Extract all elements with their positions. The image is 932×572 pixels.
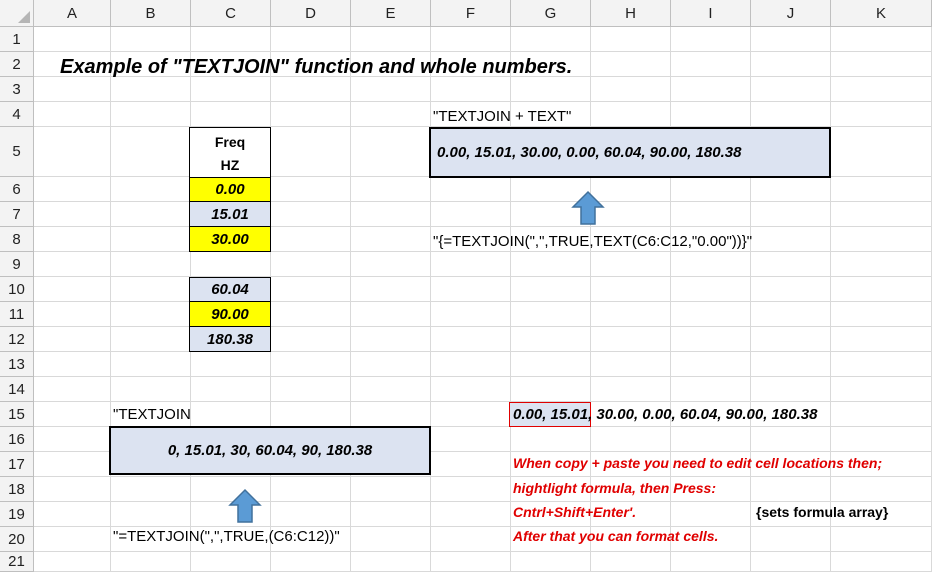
freq-cell-c11[interactable]: 90.00: [189, 302, 271, 327]
freq-header-cell[interactable]: Freq HZ: [189, 127, 271, 178]
sheet-title[interactable]: Example of "TEXTJOIN" function and whole…: [60, 57, 572, 77]
freq-header-line2: HZ: [220, 156, 240, 173]
row-header-11[interactable]: 11: [0, 302, 34, 327]
column-header-a[interactable]: A: [34, 0, 111, 27]
row-header-1[interactable]: 1: [0, 27, 34, 52]
column-header-k[interactable]: K: [831, 0, 932, 27]
grid-line-horizontal: [0, 201, 932, 202]
freq-header-line1: Freq: [214, 133, 246, 150]
grid-line-horizontal: [0, 251, 932, 252]
textjoin-text-formula[interactable]: "{=TEXTJOIN(",",TRUE,TEXT(C6:C12,"0.00")…: [433, 234, 752, 249]
grid-line-horizontal: [0, 301, 932, 302]
grid-line-horizontal: [0, 326, 932, 327]
column-header-b[interactable]: B: [111, 0, 191, 27]
grid-line-horizontal: [0, 476, 932, 477]
row-header-9[interactable]: 9: [0, 252, 34, 277]
row-header-18[interactable]: 18: [0, 477, 34, 502]
freq-cell-c10[interactable]: 60.04: [189, 277, 271, 302]
grid-line-horizontal: [0, 401, 932, 402]
row-header-7[interactable]: 7: [0, 202, 34, 227]
grid-line-horizontal: [0, 551, 932, 552]
textjoin-plain-result[interactable]: 0, 15.01, 30, 60.04, 90, 180.38: [109, 426, 431, 475]
row-header-3[interactable]: 3: [0, 77, 34, 102]
row-header-19[interactable]: 19: [0, 502, 34, 527]
row-header-15[interactable]: 15: [0, 402, 34, 427]
row-header-21[interactable]: 21: [0, 552, 34, 572]
column-header-h[interactable]: H: [591, 0, 671, 27]
row-header-14[interactable]: 14: [0, 377, 34, 402]
grid-line-horizontal: [0, 51, 932, 52]
row15-selected-part: 0.00, 15.01: [513, 406, 589, 423]
row-header-5[interactable]: 5: [0, 127, 34, 177]
grid-line-vertical: [110, 0, 111, 572]
column-header-g[interactable]: G: [511, 0, 591, 27]
row-header-4[interactable]: 4: [0, 102, 34, 127]
textjoin-text-result[interactable]: 0.00, 15.01, 30.00, 0.00, 60.04, 90.00, …: [429, 127, 831, 178]
grid-line-horizontal: [0, 526, 932, 527]
grid-line-vertical: [750, 0, 751, 572]
row-header-10[interactable]: 10: [0, 277, 34, 302]
column-header-c[interactable]: C: [191, 0, 271, 27]
grid-line-vertical: [830, 0, 831, 572]
column-header-f[interactable]: F: [431, 0, 511, 27]
row15-result-text[interactable]: 0.00, 15.01, 30.00, 0.00, 60.04, 90.00, …: [513, 407, 817, 422]
grid-line-horizontal: [0, 226, 932, 227]
grid-line-vertical: [430, 0, 431, 572]
arrow-up-icon: [571, 190, 605, 225]
note-line-4[interactable]: After that you can format cells.: [513, 529, 718, 543]
grid-line-vertical: [510, 0, 511, 572]
row-header-20[interactable]: 20: [0, 527, 34, 552]
textjoin-text-label[interactable]: "TEXTJOIN + TEXT": [433, 109, 571, 124]
grid-line-vertical: [350, 0, 351, 572]
row-header-6[interactable]: 6: [0, 177, 34, 202]
row-header-17[interactable]: 17: [0, 452, 34, 477]
grid-line-horizontal: [0, 376, 932, 377]
row-header-12[interactable]: 12: [0, 327, 34, 352]
freq-cell-c12[interactable]: 180.38: [189, 327, 271, 352]
grid-line-horizontal: [0, 351, 932, 352]
row-header-16[interactable]: 16: [0, 427, 34, 452]
textjoin-plain-label[interactable]: "TEXTJOIN: [113, 407, 191, 422]
column-header-i[interactable]: I: [671, 0, 751, 27]
row-header-8[interactable]: 8: [0, 227, 34, 252]
row-header-13[interactable]: 13: [0, 352, 34, 377]
freq-cell-c7[interactable]: 15.01: [189, 202, 271, 227]
row-header-2[interactable]: 2: [0, 52, 34, 77]
array-note[interactable]: {sets formula array}: [756, 505, 888, 519]
column-header-d[interactable]: D: [271, 0, 351, 27]
column-header-j[interactable]: J: [751, 0, 831, 27]
select-all-corner[interactable]: [0, 0, 34, 27]
grid-line-horizontal: [0, 276, 932, 277]
freq-cell-c8[interactable]: 30.00: [189, 227, 271, 252]
textjoin-plain-formula[interactable]: "=TEXTJOIN(",",TRUE,(C6:C12))": [113, 529, 340, 544]
note-line-1[interactable]: When copy + paste you need to edit cell …: [513, 456, 882, 470]
freq-cell-c6[interactable]: 0.00: [189, 177, 271, 202]
arrow-up-icon: [228, 488, 262, 523]
column-header-e[interactable]: E: [351, 0, 431, 27]
grid-line-horizontal: [0, 101, 932, 102]
note-line-2[interactable]: hightlight formula, then Press:: [513, 481, 716, 495]
row15-rest: , 30.00, 0.00, 60.04, 90.00, 180.38: [588, 406, 818, 423]
note-line-3[interactable]: Cntrl+Shift+Enter'.: [513, 505, 636, 519]
select-all-triangle-icon: [18, 11, 30, 23]
grid-line-horizontal: [0, 501, 932, 502]
